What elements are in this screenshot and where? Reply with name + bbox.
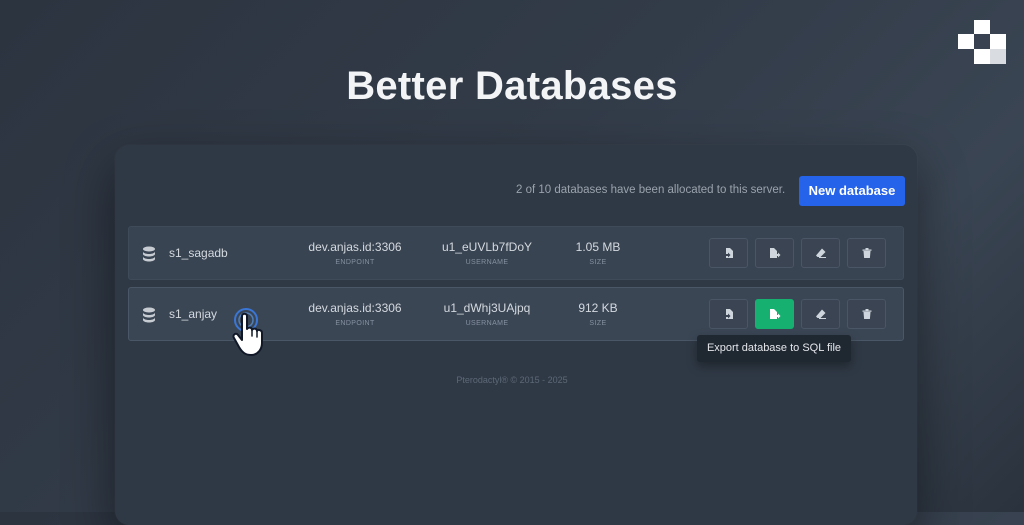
size-value: 912 KB bbox=[578, 301, 618, 315]
export-button[interactable] bbox=[755, 299, 794, 329]
hand-pointer-icon bbox=[232, 308, 263, 356]
logo-icon bbox=[958, 20, 1006, 64]
endpoint-column: dev.anjas.id:3306 ENDPOINT bbox=[295, 301, 415, 327]
username-column: u1_eUVLb7fDoY USERNAME bbox=[427, 240, 547, 266]
size-label: SIZE bbox=[589, 320, 607, 327]
delete-button[interactable] bbox=[847, 299, 886, 329]
endpoint-label: ENDPOINT bbox=[335, 320, 375, 327]
endpoint-label: ENDPOINT bbox=[335, 259, 375, 266]
size-column: 912 KB SIZE bbox=[538, 301, 658, 327]
size-column: 1.05 MB SIZE bbox=[538, 240, 658, 266]
export-tooltip: Export database to SQL file bbox=[697, 335, 851, 362]
username-label: USERNAME bbox=[465, 259, 509, 266]
database-row: s1_sagadb dev.anjas.id:3306 ENDPOINT u1_… bbox=[128, 226, 904, 280]
eraser-icon bbox=[815, 309, 826, 319]
size-value: 1.05 MB bbox=[575, 240, 621, 254]
size-label: SIZE bbox=[589, 259, 607, 266]
username-label: USERNAME bbox=[465, 320, 509, 327]
database-name: s1_sagadb bbox=[169, 246, 228, 260]
page-headline: Better Databases bbox=[346, 64, 678, 108]
allocation-text: 2 of 10 databases have been allocated to… bbox=[516, 184, 786, 196]
export-button[interactable] bbox=[755, 238, 794, 268]
endpoint-value: dev.anjas.id:3306 bbox=[308, 240, 402, 254]
new-database-button[interactable]: New database bbox=[799, 176, 905, 206]
database-icon bbox=[143, 307, 155, 323]
import-icon bbox=[723, 248, 733, 258]
endpoint-column: dev.anjas.id:3306 ENDPOINT bbox=[295, 240, 415, 266]
eraser-icon bbox=[815, 248, 826, 258]
clear-button[interactable] bbox=[801, 299, 840, 329]
export-icon bbox=[769, 248, 780, 258]
endpoint-value: dev.anjas.id:3306 bbox=[308, 301, 402, 315]
trash-icon bbox=[862, 309, 871, 319]
delete-button[interactable] bbox=[847, 238, 886, 268]
username-column: u1_dWhj3UAjpq USERNAME bbox=[427, 301, 547, 327]
trash-icon bbox=[862, 248, 871, 258]
username-value: u1_eUVLb7fDoY bbox=[441, 240, 533, 254]
database-icon bbox=[143, 246, 155, 262]
database-name: s1_anjay bbox=[169, 307, 218, 321]
import-button[interactable] bbox=[709, 238, 748, 268]
import-button[interactable] bbox=[709, 299, 748, 329]
export-icon bbox=[769, 309, 780, 319]
clear-button[interactable] bbox=[801, 238, 840, 268]
footer-copyright: Pterodactyl® © 2015 - 2025 bbox=[456, 375, 568, 385]
import-icon bbox=[723, 309, 733, 319]
username-value: u1_dWhj3UAjpq bbox=[443, 301, 531, 315]
